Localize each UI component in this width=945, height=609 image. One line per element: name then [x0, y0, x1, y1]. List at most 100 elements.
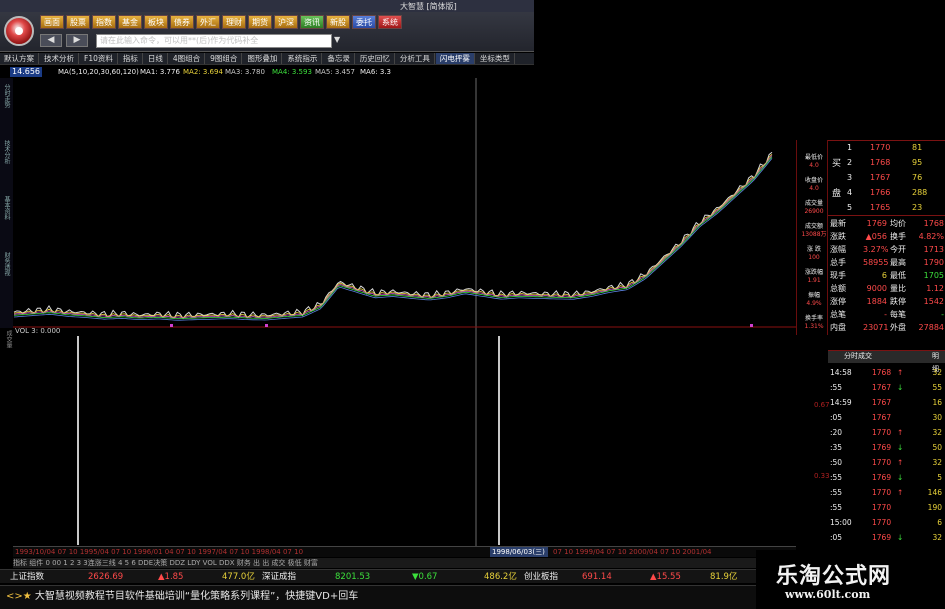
mainnav-item-3[interactable]: 基金: [118, 15, 142, 29]
stat-label: 总笔: [830, 310, 846, 319]
tick-direction: ↓: [897, 473, 904, 482]
toolbar-item-9[interactable]: 备忘录: [323, 53, 355, 64]
chevron-down-icon[interactable]: ▼: [334, 35, 340, 44]
quote-side-label-4: 涨 跌: [807, 246, 821, 253]
tick-row[interactable]: :55 1770 ↑ 146: [828, 485, 945, 500]
mainnav-item-4[interactable]: 板块: [144, 15, 168, 29]
mainnav-item-9[interactable]: 沪深: [274, 15, 298, 29]
ma2-value: MA2: 3.694: [183, 68, 223, 76]
mainnav-item-13[interactable]: 系统: [378, 15, 402, 29]
tick-price: 1770: [872, 503, 892, 512]
tick-volume: 55: [932, 383, 942, 392]
forward-button[interactable]: ▶: [66, 34, 88, 47]
mainnav-item-10[interactable]: 资讯: [300, 15, 324, 29]
app-header: 大智慧 [简体版] 画面 股票 指数 基金 板块 债券 外汇 理财 期货 沪深 资讯 新股 委托 系统 ◀…: [0, 0, 534, 52]
title-bar: 大智慧 [简体版]: [0, 0, 534, 12]
tick-row[interactable]: 15:00 1770 6: [828, 515, 945, 530]
toolbar-item-4[interactable]: 日线: [144, 53, 168, 64]
stat-row: 总额 9000 量比 1.12: [828, 283, 945, 295]
stat-label-2: 跌停: [890, 297, 906, 306]
ma3-line: [13, 156, 773, 320]
toolbar-item-6[interactable]: 9图组合: [206, 53, 243, 64]
toolbar-item-10[interactable]: 历史回忆: [356, 53, 395, 64]
command-input[interactable]: 请在此输入命令，可以用**(后)作为代码补全: [96, 34, 332, 48]
tick-price: 1768: [872, 368, 892, 377]
price-chart[interactable]: [0, 78, 796, 548]
mainnav-item-2[interactable]: 指数: [92, 15, 116, 29]
tick-row[interactable]: :55 1770 190: [828, 500, 945, 515]
mainnav-item-5[interactable]: 债券: [170, 15, 194, 29]
ticker-text[interactable]: 大智慧视频教程节目软件基础培训“量化策略系列课程”，快捷键VD+回车: [35, 591, 358, 602]
orderbook-volume: 23: [912, 203, 923, 212]
orderbook-price: 1770: [870, 143, 891, 152]
toolbar-item-13[interactable]: 坐标类型: [476, 53, 515, 64]
tick-time: :55: [830, 473, 843, 482]
toolbar-item-0[interactable]: 默认方案: [0, 53, 39, 64]
tick-row[interactable]: 14:59 1767 16: [828, 395, 945, 410]
news-ticker[interactable]: <>★ 大智慧视频教程节目软件基础培训“量化策略系列课程”，快捷键VD+回车: [0, 585, 756, 609]
tick-direction: ↑: [897, 458, 904, 467]
watermark: 乐淘公式网 www.60lt.com: [756, 550, 945, 609]
toolbar-item-7[interactable]: 图形叠加: [243, 53, 283, 64]
indicator-tabs[interactable]: 指标 组件 0 00 1 2 3 3连涨三线 4 5 6 DDE决策 DDZ L…: [13, 558, 796, 568]
toolbar-item-12[interactable]: 闪电抨雾: [435, 53, 475, 64]
mainnav-item-6[interactable]: 外汇: [196, 15, 220, 29]
toolbar-item-2[interactable]: F10资料: [80, 53, 118, 64]
orderbook-row[interactable]: 3 1767 76: [828, 172, 945, 184]
mainnav-item-1[interactable]: 股票: [66, 15, 90, 29]
quote-side-value-6: 4.9%: [806, 300, 822, 307]
orderbook-row[interactable]: 5 1765 23: [828, 202, 945, 214]
tick-row[interactable]: :50 1770 ↑ 32: [828, 455, 945, 470]
tick-time: :55: [830, 503, 843, 512]
toolbar-item-5[interactable]: 4图组合: [169, 53, 206, 64]
quote-side-value-0: 4.0: [809, 162, 819, 169]
stat-label-2: 今开: [890, 245, 906, 254]
toolbar-item-3[interactable]: 指标: [119, 53, 143, 64]
orderbook-level: 3: [847, 173, 853, 182]
tick-row[interactable]: :35 1769 ↓ 50: [828, 440, 945, 455]
stat-value: 1884: [866, 297, 887, 306]
toolbar-item-11[interactable]: 分析工具: [396, 53, 435, 64]
index-name-3[interactable]: 创业板指: [524, 570, 558, 584]
orderbook-row[interactable]: 1 1770 81: [828, 142, 945, 154]
quote-side-label-0: 最低价: [804, 154, 823, 161]
panel-separator: [828, 215, 945, 216]
tick-row[interactable]: :55 1767 ↓ 55: [828, 380, 945, 395]
mainnav-item-8[interactable]: 期货: [248, 15, 272, 29]
right-scale-a: 0.67: [814, 401, 830, 409]
mainnav-item-12[interactable]: 委托: [352, 15, 376, 29]
tick-time: 14:58: [830, 368, 852, 377]
index-name-2[interactable]: 深证成指: [262, 570, 296, 584]
tick-time: :50: [830, 458, 843, 467]
orderbook-level: 2: [847, 158, 853, 167]
index-value-2: 8201.53: [335, 572, 371, 582]
back-button[interactable]: ◀: [40, 34, 62, 47]
ma4-line: [13, 158, 773, 321]
stat-label-2: 外盘: [890, 323, 906, 332]
mainnav-item-11[interactable]: 新股: [326, 15, 350, 29]
mainnav-item-7[interactable]: 理财: [222, 15, 246, 29]
stat-value: 1769: [866, 219, 887, 228]
tick-row[interactable]: :55 1769 ↓ 5: [828, 470, 945, 485]
event-marker-2: [750, 324, 753, 327]
index-name-1[interactable]: 上证指数: [10, 570, 44, 584]
tick-row[interactable]: 14:58 1768 ↑ 32: [828, 365, 945, 380]
toolbar-item-1[interactable]: 技术分析: [40, 53, 79, 64]
tick-row[interactable]: :05 1769 ↓ 32: [828, 530, 945, 545]
tick-row[interactable]: :20 1770 ↑ 32: [828, 425, 945, 440]
tick-row[interactable]: :05 1767 30: [828, 410, 945, 425]
orderbook-row[interactable]: 4 1766 288: [828, 187, 945, 199]
stat-label: 总手: [830, 258, 846, 267]
tick-direction: ↑: [897, 488, 904, 497]
quote-side-label-2: 成交量: [804, 200, 823, 207]
toolbar-item-8[interactable]: 系统指示: [283, 53, 323, 64]
tick-time: :35: [830, 443, 843, 452]
tick-time: :55: [830, 488, 843, 497]
watermark-url: www.60lt.com: [785, 588, 871, 601]
orderbook-price: 1765: [870, 203, 891, 212]
orderbook-row[interactable]: 2 1768 95: [828, 157, 945, 169]
app-logo-icon[interactable]: [4, 16, 34, 46]
ticker-nav-icon[interactable]: <>★: [0, 591, 32, 602]
mainnav-item-0[interactable]: 画面: [40, 15, 64, 29]
index-amount-2: 486.2亿: [484, 572, 517, 582]
